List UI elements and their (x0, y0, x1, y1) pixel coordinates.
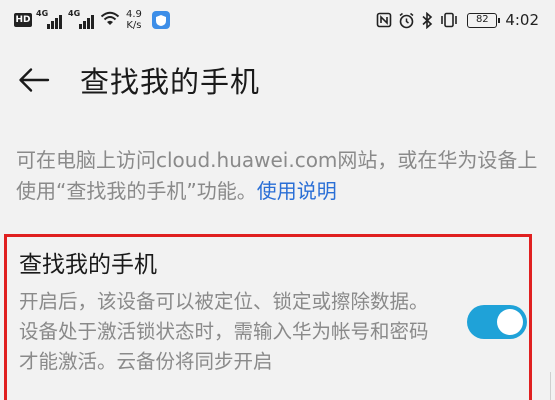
page-title: 查找我的手机 (80, 65, 261, 99)
hd-badge: HD (14, 13, 32, 27)
arrow-left-icon (18, 67, 50, 97)
wifi-icon (100, 10, 120, 30)
speed-value: 4.9 (126, 9, 142, 20)
description-text: 可在电脑上访问cloud.huawei.com网站，或在华为设备上使用“查找我的… (16, 145, 541, 207)
toggle-knob (497, 309, 523, 335)
help-link[interactable]: 使用说明 (257, 179, 337, 203)
status-left: HD 4G 4G 4.9 K/s (14, 8, 170, 32)
setting-description: 开启后，该设备可以被定位、锁定或擦除数据。设备处于激活锁状态时，需输入华为帐号和… (19, 290, 429, 373)
alarm-icon (398, 12, 415, 29)
signal-sim1-icon: 4G (36, 9, 62, 29)
back-button[interactable] (14, 64, 54, 100)
status-bar: HD 4G 4G 4.9 K/s 82 4:02 (0, 0, 555, 40)
sim2-network-type: 4G (68, 9, 81, 18)
vibrate-icon (439, 12, 459, 28)
scroll-indicator (550, 372, 551, 400)
nfc-icon (376, 12, 392, 28)
status-time: 4:02 (505, 11, 539, 29)
status-right: 82 4:02 (370, 8, 539, 32)
app-bar: 查找我的手机 (0, 48, 555, 116)
shield-app-icon (151, 11, 170, 29)
speed-unit: K/s (126, 20, 142, 31)
setting-title: 查找我的手机 (19, 252, 157, 278)
network-speed: 4.9 K/s (126, 9, 142, 31)
bluetooth-icon (421, 11, 433, 29)
signal-sim2-icon: 4G (68, 9, 94, 29)
find-my-phone-setting[interactable]: 查找我的手机 开启后，该设备可以被定位、锁定或擦除数据。设备处于激活锁状态时，需… (4, 234, 532, 400)
sim1-network-type: 4G (36, 9, 49, 18)
battery-icon: 82 (467, 12, 501, 28)
find-my-phone-toggle[interactable] (467, 305, 527, 339)
